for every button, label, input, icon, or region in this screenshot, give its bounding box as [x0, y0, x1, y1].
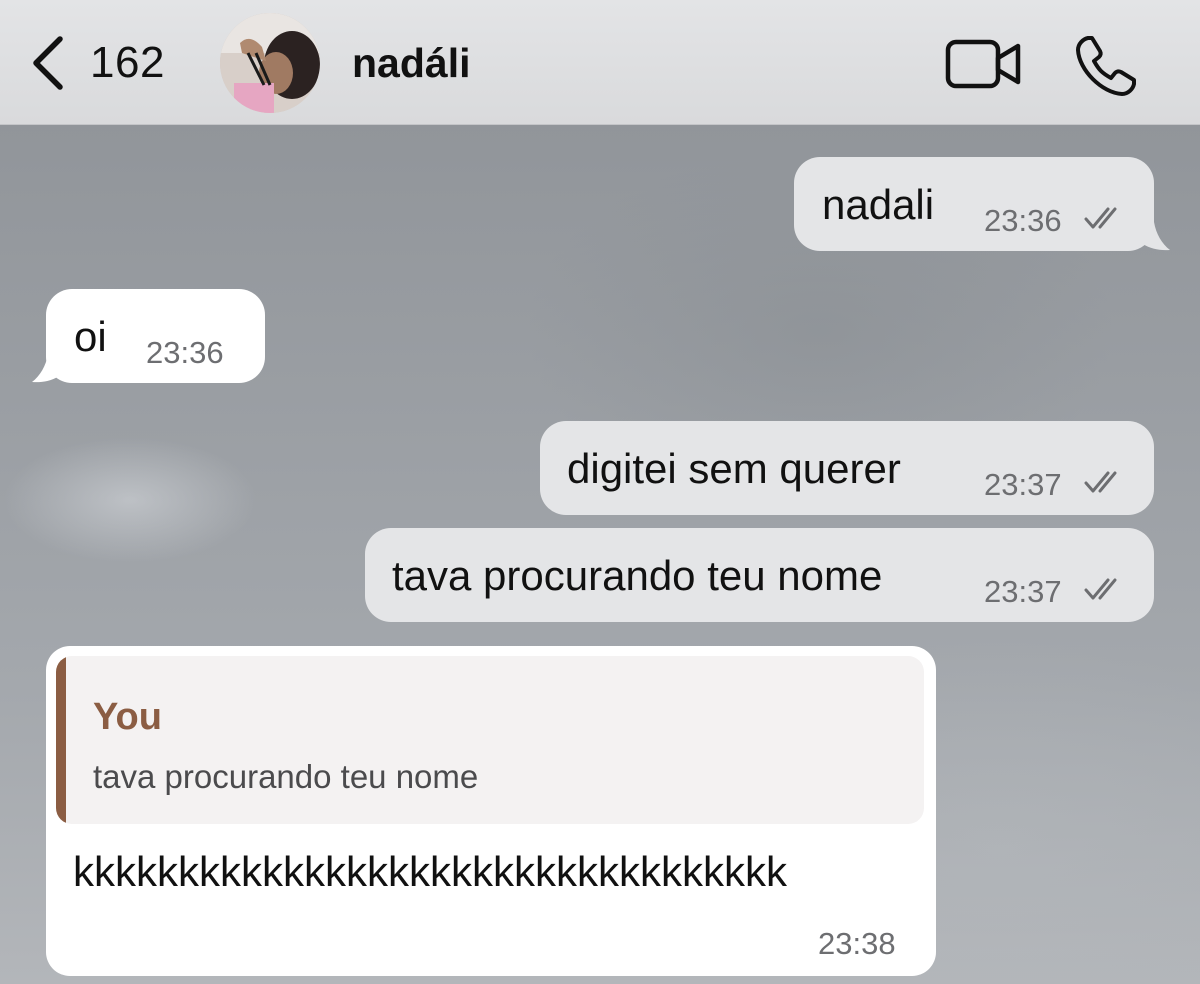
message-bubble-outgoing[interactable]: nadali 23:36: [794, 157, 1154, 251]
message-time: 23:36: [984, 203, 1062, 238]
chevron-left-icon: [33, 36, 63, 90]
quote-author: You: [93, 696, 162, 738]
message-text: digitei sem querer: [567, 445, 901, 492]
quote-text: tava procurando teu nome: [93, 758, 479, 795]
message-time: 23:37: [984, 467, 1062, 502]
chat-screen: 162 nadáli nadali 23:36 oi 23:36 digitei…: [0, 0, 1200, 984]
message-text: tava procurando teu nome: [392, 552, 883, 599]
contact-name[interactable]: nadáli: [352, 40, 470, 87]
message-bubble-outgoing[interactable]: tava procurando teu nome 23:37: [365, 528, 1154, 622]
read-receipt-icon: [1084, 471, 1117, 493]
message-time: 23:37: [984, 574, 1062, 609]
video-camera-icon: [945, 39, 1021, 89]
message-text: kkkkkkkkkkkkkkkkkkkkkkkkkkkkkkkkkk: [73, 848, 787, 895]
message-time: 23:38: [818, 926, 896, 961]
message-time: 23:36: [146, 335, 224, 370]
unread-count: 162: [90, 38, 165, 87]
read-receipt-icon: [1084, 207, 1117, 229]
quote-accent-bar: [56, 656, 66, 824]
message-bubble-incoming-reply[interactable]: You tava procurando teu nome kkkkkkkkkkk…: [46, 646, 936, 976]
read-receipt-icon: [1084, 578, 1117, 600]
quoted-message[interactable]: You tava procurando teu nome: [56, 656, 924, 824]
phone-icon: [1076, 36, 1136, 96]
video-call-button[interactable]: [944, 36, 1024, 92]
voice-call-button[interactable]: [1074, 34, 1138, 98]
avatar-photo: [220, 13, 320, 113]
message-bubble-incoming[interactable]: oi 23:36: [46, 289, 265, 383]
chat-header: 162 nadáli: [0, 0, 1200, 125]
back-button[interactable]: 162: [30, 30, 165, 96]
bubble-tail: [1138, 222, 1170, 251]
bubble-tail: [32, 354, 64, 383]
avatar[interactable]: [220, 13, 320, 113]
message-bubble-outgoing[interactable]: digitei sem querer 23:37: [540, 421, 1154, 515]
message-text: oi: [74, 313, 107, 360]
message-text: nadali: [822, 181, 935, 228]
